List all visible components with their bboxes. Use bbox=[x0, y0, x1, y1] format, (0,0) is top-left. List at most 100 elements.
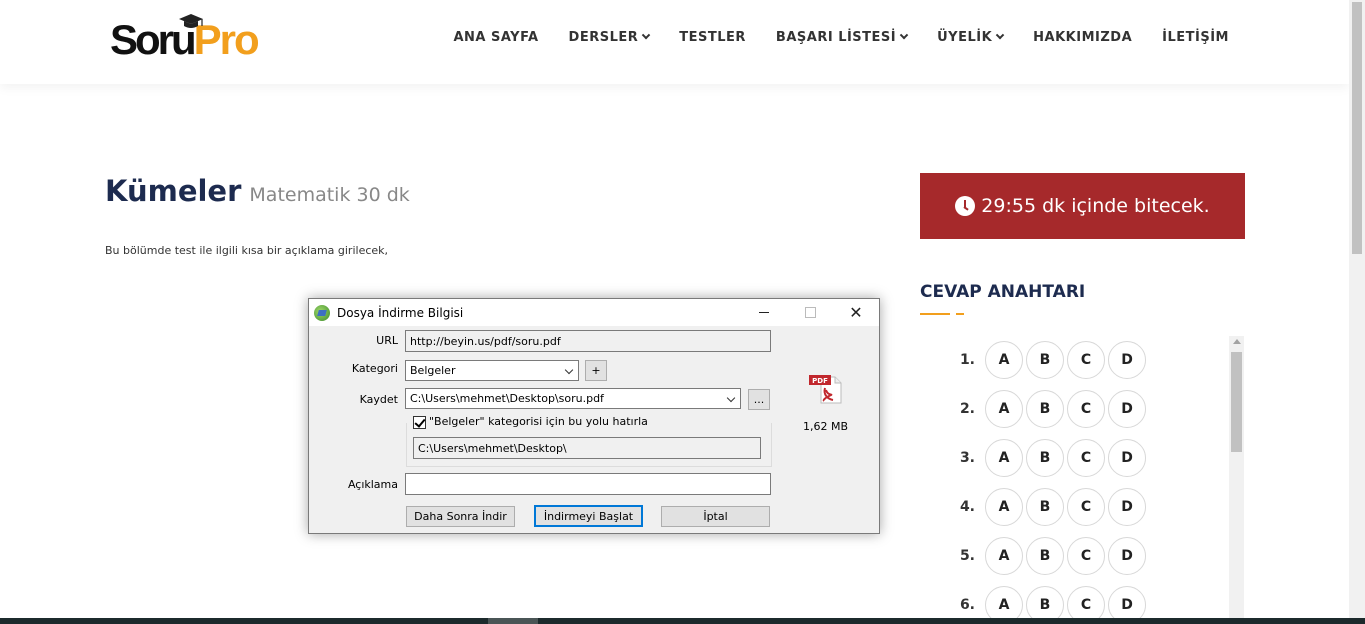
save-label: Kaydet bbox=[359, 393, 398, 406]
nav-item-iletisim[interactable]: İLETİŞİM bbox=[1162, 30, 1229, 45]
maximize-button[interactable] bbox=[787, 299, 833, 326]
scroll-up-arrow-icon[interactable] bbox=[1233, 339, 1241, 344]
nav-label: DERSLER bbox=[568, 30, 639, 45]
option-c-button[interactable]: C bbox=[1067, 536, 1105, 575]
site-logo[interactable]: Soru Pro bbox=[110, 14, 260, 62]
start-download-button[interactable]: İndirmeyi Başlat bbox=[534, 505, 643, 527]
countdown-timer: 29:55 dk içinde bitecek. bbox=[920, 173, 1245, 239]
remember-path-checkbox[interactable] bbox=[413, 416, 426, 429]
nav-item-hakkimizda[interactable]: HAKKIMIZDA bbox=[1033, 30, 1132, 45]
option-c-button[interactable]: C bbox=[1067, 438, 1105, 477]
nav-item-basari-listesi[interactable]: BAŞARI LİSTESİ bbox=[775, 30, 909, 45]
option-d-button[interactable]: D bbox=[1108, 536, 1146, 575]
option-c-button[interactable]: C bbox=[1067, 389, 1105, 428]
option-a-button[interactable]: A bbox=[985, 340, 1023, 379]
url-label: URL bbox=[376, 334, 398, 347]
question-row: 4. A B C D bbox=[940, 482, 1230, 531]
answer-key-scrollbar[interactable] bbox=[1229, 336, 1244, 624]
option-b-button[interactable]: B bbox=[1026, 389, 1064, 428]
question-row: 3. A B C D bbox=[940, 433, 1230, 482]
answer-key-list: 1. A B C D 2. A B C D 3. A B C D 4. A B … bbox=[940, 335, 1230, 624]
option-c-button[interactable]: C bbox=[1067, 340, 1105, 379]
option-d-button[interactable]: D bbox=[1108, 438, 1146, 477]
chevron-down-icon bbox=[726, 393, 736, 403]
taskbar-strip bbox=[0, 618, 1365, 624]
test-description: Bu bölümde test ile ilgili kısa bir açık… bbox=[105, 244, 389, 257]
description-label: Açıklama bbox=[347, 478, 398, 491]
question-number: 4. bbox=[959, 498, 975, 515]
title-underline bbox=[920, 313, 950, 315]
remember-path-label: "Belgeler" kategorisi için bu yolu hatır… bbox=[429, 415, 652, 428]
option-a-button[interactable]: A bbox=[985, 438, 1023, 477]
file-size: 1,62 MB bbox=[803, 420, 849, 433]
nav-item-uyelik[interactable]: ÜYELİK bbox=[937, 30, 1005, 45]
option-a-button[interactable]: A bbox=[985, 389, 1023, 428]
option-d-button[interactable]: D bbox=[1108, 340, 1146, 379]
page-subtitle: Matematik 30 dk bbox=[249, 184, 410, 206]
nav-item-dersler[interactable]: DERSLER bbox=[568, 30, 651, 45]
nav-label: BAŞARI LİSTESİ bbox=[775, 30, 897, 45]
save-path-select[interactable]: C:\Users\mehmet\Desktop\soru.pdf bbox=[405, 388, 741, 409]
pdf-badge-text: PDF bbox=[812, 377, 828, 385]
nav-label: ANA SAYFA bbox=[453, 30, 539, 45]
answer-key-scrollbar-thumb[interactable] bbox=[1231, 352, 1242, 452]
dialog-title: Dosya İndirme Bilgisi bbox=[337, 305, 464, 320]
add-category-button[interactable]: + bbox=[585, 360, 607, 381]
pdf-file-icon: PDF bbox=[809, 375, 842, 404]
cancel-button[interactable]: İptal bbox=[661, 506, 770, 527]
category-label: Kategori bbox=[351, 362, 398, 375]
category-select-value: Belgeler bbox=[410, 364, 456, 377]
option-b-button[interactable]: B bbox=[1026, 340, 1064, 379]
nav-label: ÜYELİK bbox=[937, 30, 993, 45]
minimize-button[interactable] bbox=[741, 299, 787, 326]
question-number: 5. bbox=[959, 547, 975, 564]
taskbar-segment bbox=[488, 618, 538, 624]
page-title: Kümeler bbox=[105, 174, 242, 208]
description-input[interactable] bbox=[405, 473, 771, 495]
nav-label: TESTLER bbox=[679, 30, 746, 45]
download-manager-icon bbox=[314, 304, 330, 321]
question-row: 1. A B C D bbox=[940, 335, 1230, 384]
nav-item-testler[interactable]: TESTLER bbox=[679, 30, 746, 45]
title-underline-dot bbox=[956, 313, 964, 315]
option-b-button[interactable]: B bbox=[1026, 438, 1064, 477]
chevron-down-icon bbox=[564, 365, 574, 375]
browse-button[interactable]: ... bbox=[748, 389, 770, 410]
chevron-down-icon bbox=[899, 30, 909, 39]
test-heading: Kümeler Matematik 30 dk bbox=[105, 174, 410, 208]
option-b-button[interactable]: B bbox=[1026, 487, 1064, 526]
question-number: 6. bbox=[959, 596, 975, 613]
chevron-down-icon bbox=[642, 30, 651, 39]
category-select[interactable]: Belgeler bbox=[405, 360, 579, 381]
download-later-button[interactable]: Daha Sonra İndir bbox=[406, 506, 515, 527]
timer-text: 29:55 dk içinde bitecek. bbox=[981, 195, 1210, 217]
question-number: 3. bbox=[959, 449, 975, 466]
clock-icon bbox=[955, 196, 976, 216]
dialog-titlebar[interactable]: Dosya İndirme Bilgisi ✕ bbox=[309, 299, 879, 326]
question-row: 2. A B C D bbox=[940, 384, 1230, 433]
url-field[interactable]: http://beyin.us/pdf/soru.pdf bbox=[405, 330, 771, 352]
option-c-button[interactable]: C bbox=[1067, 487, 1105, 526]
nav-label: HAKKIMIZDA bbox=[1033, 30, 1133, 45]
nav-label: İLETİŞİM bbox=[1162, 30, 1229, 45]
page-scrollbar-thumb[interactable] bbox=[1352, 2, 1362, 254]
option-a-button[interactable]: A bbox=[985, 536, 1023, 575]
question-number: 2. bbox=[959, 400, 975, 417]
option-d-button[interactable]: D bbox=[1108, 389, 1146, 428]
chevron-down-icon bbox=[995, 30, 1005, 39]
close-button[interactable]: ✕ bbox=[833, 299, 879, 326]
option-b-button[interactable]: B bbox=[1026, 536, 1064, 575]
nav-item-ana-sayfa[interactable]: ANA SAYFA bbox=[453, 30, 538, 45]
page-scrollbar[interactable] bbox=[1349, 0, 1365, 618]
question-row: 5. A B C D bbox=[940, 531, 1230, 580]
save-path-value: C:\Users\mehmet\Desktop\soru.pdf bbox=[410, 392, 604, 405]
question-number: 1. bbox=[959, 351, 975, 368]
answer-key-title: CEVAP ANAHTARI bbox=[920, 282, 1086, 302]
remembered-path-field: C:\Users\mehmet\Desktop\ bbox=[413, 437, 761, 459]
option-d-button[interactable]: D bbox=[1108, 487, 1146, 526]
option-a-button[interactable]: A bbox=[985, 487, 1023, 526]
main-nav: ANA SAYFA DERSLER TESTLER BAŞARI LİSTESİ… bbox=[423, 30, 1229, 45]
site-header: Soru Pro ANA SAYFA DERSLER TESTLER BAŞARI… bbox=[0, 0, 1349, 84]
graduation-cap-icon bbox=[179, 14, 203, 28]
download-info-dialog: Dosya İndirme Bilgisi ✕ URL http://beyin… bbox=[308, 298, 880, 534]
